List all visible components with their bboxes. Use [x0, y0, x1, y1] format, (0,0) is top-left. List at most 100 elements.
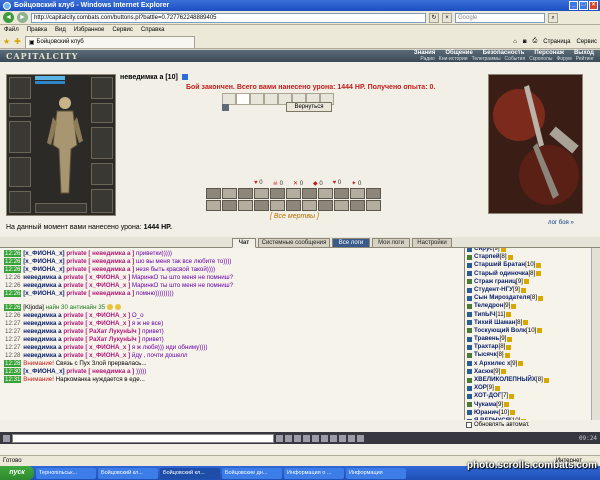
address-bar[interactable]: http://capitalcity.combats.com/buttons.p… — [31, 12, 426, 23]
settings-icon[interactable] — [330, 434, 337, 442]
online-user[interactable]: Старпей [8] — [465, 253, 600, 261]
tools-menu[interactable]: Сервис — [576, 39, 597, 45]
belt-slot[interactable] — [9, 191, 31, 213]
gloves-slot[interactable] — [91, 103, 113, 123]
info-icon[interactable] — [521, 418, 527, 420]
info-icon[interactable] — [504, 402, 510, 408]
chat-time[interactable]: 12:30 — [4, 368, 22, 375]
tab-settings[interactable]: Настройки — [412, 238, 452, 248]
forward-button[interactable]: ► — [17, 12, 28, 23]
add-favorite-icon[interactable]: ✚ — [14, 37, 21, 46]
taskbar-item-active[interactable]: Бойцовский кл... — [160, 467, 220, 479]
translit-icon[interactable] — [285, 434, 292, 442]
boots-slot[interactable] — [91, 189, 113, 213]
chat-time[interactable]: 12:26 — [4, 266, 22, 273]
battle-slot[interactable] — [264, 93, 278, 105]
info-icon[interactable] — [536, 262, 542, 268]
chat-sender[interactable]: [x_ФИОНА_x] — [23, 266, 64, 273]
battle-log-link[interactable]: лог боя » — [548, 220, 574, 226]
chat-time[interactable]: 12:26 — [4, 258, 22, 265]
chat-sender[interactable]: [x_ФИОНА_x] — [23, 258, 64, 265]
auto-refresh-checkbox[interactable] — [466, 422, 472, 428]
online-user[interactable]: Студент-НГУ [9] — [465, 286, 600, 294]
action-button[interactable] — [286, 200, 301, 211]
exit-icon[interactable] — [357, 434, 364, 442]
online-user[interactable]: Хасюк [9] — [465, 368, 600, 376]
chat-time[interactable]: 12:27 — [4, 336, 21, 343]
action-button[interactable] — [366, 200, 381, 211]
page-menu[interactable]: Страница — [543, 39, 570, 45]
tab-chat[interactable]: Чат — [232, 238, 256, 248]
action-button[interactable] — [366, 188, 381, 199]
chat-time[interactable]: 12:26 — [4, 304, 22, 311]
info-icon[interactable] — [537, 328, 543, 334]
info-icon[interactable] — [511, 303, 517, 309]
online-user[interactable]: х Архилес х [9] — [465, 360, 600, 368]
chat-sender[interactable]: неведимка а — [23, 274, 61, 281]
online-user[interactable]: Трахтар [8] — [465, 343, 600, 351]
action-button[interactable] — [350, 188, 365, 199]
online-user[interactable]: ХОР [9] — [465, 384, 600, 392]
player-name[interactable]: неведимка а [10] — [120, 74, 188, 81]
online-user[interactable]: Тихий Шаман [8] — [465, 319, 600, 327]
info-icon[interactable] — [181, 74, 188, 81]
battle-slot[interactable] — [250, 93, 264, 105]
chat-time[interactable]: 12:26 — [4, 274, 21, 281]
map-icon[interactable] — [348, 434, 355, 442]
minimize-button[interactable]: _ — [569, 1, 578, 10]
battle-slot-selected[interactable] — [236, 93, 250, 105]
tab-my-logs[interactable]: Мои логи — [372, 238, 410, 248]
chat-private-recipient[interactable]: private [ x_ФИОНА_x ] — [63, 344, 130, 351]
chat-time[interactable]: 12:26 — [4, 282, 21, 289]
menu-help[interactable]: Справка — [141, 27, 165, 33]
amulet-slot[interactable] — [9, 103, 31, 117]
smiley-icon[interactable] — [3, 434, 10, 442]
refresh-icon[interactable] — [339, 434, 346, 442]
chat-sender[interactable]: неведимка а — [23, 282, 61, 289]
online-user[interactable]: ТипЫЧ [11] — [465, 311, 600, 319]
send-icon[interactable] — [276, 434, 283, 442]
taskbar-item[interactable]: Информация — [346, 467, 406, 479]
action-button[interactable] — [270, 200, 285, 211]
online-user[interactable]: Теледрон [9] — [465, 302, 600, 310]
chat-sender[interactable]: [Kljoda] — [23, 304, 44, 311]
search-icon[interactable]: ⌕ — [548, 12, 558, 23]
online-user[interactable]: Травень [9] — [465, 335, 600, 343]
action-button[interactable] — [318, 188, 333, 199]
feeds-icon[interactable]: ◙ — [523, 39, 527, 45]
info-icon[interactable] — [507, 336, 513, 342]
shield-slot[interactable] — [91, 127, 113, 159]
belt-items-slot[interactable] — [35, 203, 87, 213]
chat-private-recipient[interactable]: private [ x_ФИОНА_x ] — [63, 352, 130, 359]
menu-edit[interactable]: Правка — [27, 27, 47, 33]
subnav-telegrams[interactable]: Телеграммы — [472, 56, 501, 62]
subnav-stories[interactable]: Кни-истории — [439, 56, 468, 62]
online-user[interactable]: Тоскующий Волк [10] — [465, 327, 600, 335]
info-icon[interactable] — [523, 279, 529, 285]
back-button[interactable]: ◄ — [3, 12, 14, 23]
info-icon[interactable] — [506, 344, 512, 350]
stop-button[interactable]: × — [442, 12, 452, 23]
tab-system-messages[interactable]: Системные сообщения — [258, 238, 330, 248]
online-user[interactable]: Старший Братан [10] — [465, 261, 600, 269]
action-button[interactable] — [318, 200, 333, 211]
menu-file[interactable]: Файл — [4, 27, 19, 33]
chat-time[interactable]: 12:26 — [4, 290, 22, 297]
online-user[interactable]: Старый одиночка [8] — [465, 270, 600, 278]
chat-private-recipient[interactable]: private [ неведимка а ] — [66, 258, 134, 265]
search-input[interactable]: Google — [455, 12, 545, 23]
action-button[interactable] — [238, 188, 253, 199]
info-icon[interactable] — [504, 353, 510, 359]
browser-tab[interactable]: ▣ Бойцовский клуб — [24, 35, 195, 48]
weapon-slot[interactable] — [9, 121, 31, 153]
action-button[interactable] — [286, 188, 301, 199]
chat-private-recipient[interactable]: private [ x_ФИОНА_x ] — [63, 274, 130, 281]
chat-sender[interactable]: [x_ФИОНА_x] — [23, 250, 64, 257]
action-button[interactable] — [350, 200, 365, 211]
online-user[interactable]: ХОТ-ДОГ [7] — [465, 392, 600, 400]
info-icon[interactable] — [523, 320, 529, 326]
return-button[interactable]: Вернуться — [286, 102, 332, 112]
chat-private-recipient[interactable]: private [ x_ФИОНА_x ] — [63, 312, 130, 319]
chat-time[interactable]: 12:27 — [4, 344, 21, 351]
chat-time[interactable]: 12:27 — [4, 320, 21, 327]
